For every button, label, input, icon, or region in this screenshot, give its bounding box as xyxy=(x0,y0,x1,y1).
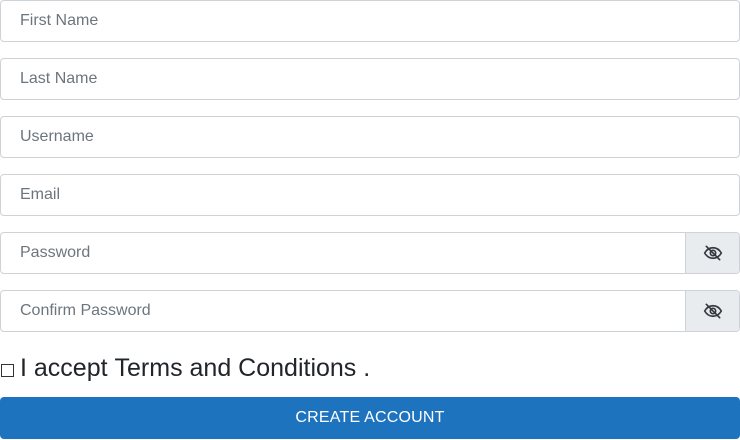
terms-prefix: I accept xyxy=(20,353,108,382)
email-input[interactable] xyxy=(1,175,739,215)
username-input[interactable] xyxy=(1,117,739,157)
terms-link[interactable]: Terms and Conditions xyxy=(115,354,357,383)
confirm-password-input[interactable] xyxy=(1,291,687,331)
eye-slash-icon xyxy=(703,303,722,319)
terms-checkbox[interactable] xyxy=(1,363,14,377)
confirm-password-field[interactable] xyxy=(0,290,740,332)
first-name-field[interactable] xyxy=(0,0,740,42)
password-input[interactable] xyxy=(1,233,687,273)
username-field[interactable] xyxy=(0,116,740,158)
create-account-button[interactable]: CREATE ACCOUNT xyxy=(0,397,740,439)
toggle-password-visibility-button[interactable] xyxy=(685,233,739,273)
last-name-field[interactable] xyxy=(0,58,740,100)
email-field[interactable] xyxy=(0,174,740,216)
toggle-confirm-password-visibility-button[interactable] xyxy=(685,291,739,331)
password-field[interactable] xyxy=(0,232,740,274)
last-name-input[interactable] xyxy=(1,59,739,99)
eye-slash-icon xyxy=(703,245,722,261)
terms-row: I accept Terms and Conditions . xyxy=(0,350,370,386)
signup-form: I accept Terms and Conditions . CREATE A… xyxy=(0,0,740,440)
first-name-input[interactable] xyxy=(1,1,739,41)
terms-suffix: . xyxy=(363,353,371,382)
